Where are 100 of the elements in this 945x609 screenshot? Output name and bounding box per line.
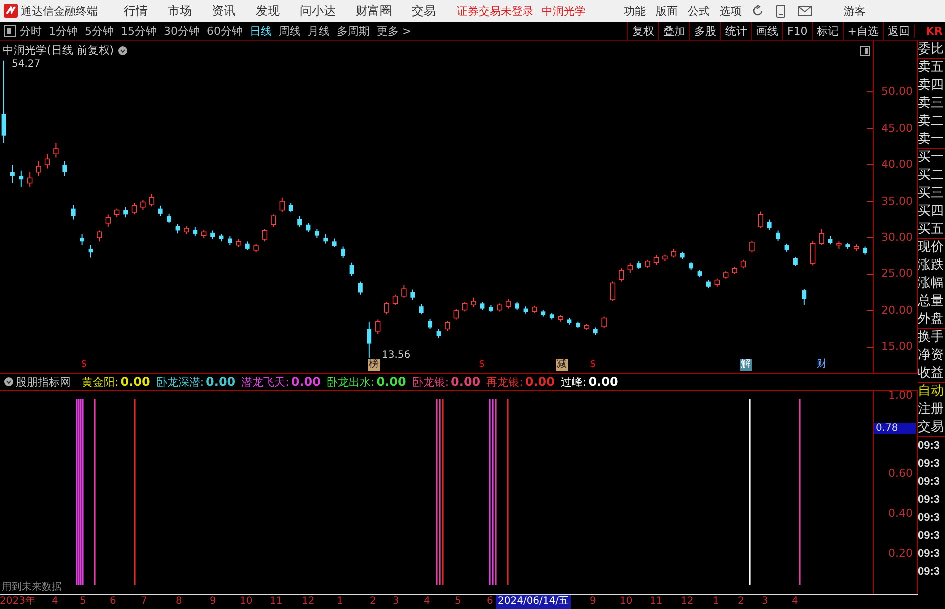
candlestick bbox=[428, 318, 432, 330]
toolbar-button[interactable]: 画线 bbox=[751, 22, 782, 40]
date-tick-label: 11 bbox=[650, 595, 663, 609]
menu-item[interactable]: 发现 bbox=[256, 2, 280, 20]
price-tick-label: 50.00 bbox=[882, 85, 913, 98]
candlestick bbox=[794, 256, 798, 267]
date-tick-label: 11 bbox=[270, 595, 283, 609]
refresh-icon[interactable] bbox=[752, 5, 764, 17]
event-marker[interactable]: 榜 bbox=[368, 359, 380, 371]
indicator-tick-label: 0.40 bbox=[888, 507, 913, 520]
menu-item[interactable]: 市场 bbox=[168, 2, 192, 20]
candlestick bbox=[628, 263, 633, 274]
candlestick bbox=[2, 60, 6, 144]
quote-label: 注册 bbox=[918, 401, 945, 419]
period-tab[interactable]: 多周期 bbox=[337, 24, 370, 38]
period-tab[interactable]: 周线 bbox=[279, 24, 301, 38]
phone-icon[interactable] bbox=[776, 4, 786, 18]
candlestick bbox=[193, 226, 198, 238]
period-tab[interactable]: 15分钟 bbox=[121, 24, 157, 38]
candlestick bbox=[810, 240, 816, 266]
menu-item[interactable]: 版面 bbox=[656, 4, 678, 18]
legend-label: 卧龙深潜: bbox=[156, 374, 204, 390]
event-marker[interactable]: $ bbox=[80, 359, 88, 371]
menu-item[interactable]: 公式 bbox=[688, 4, 710, 18]
period-tab[interactable]: 分时 bbox=[20, 24, 42, 38]
menu-item[interactable]: 功能 bbox=[624, 4, 646, 18]
menu-item[interactable]: 交易 bbox=[412, 2, 436, 20]
candlestick bbox=[19, 170, 24, 188]
user-name[interactable]: 游客 bbox=[844, 4, 866, 18]
toolbar-button[interactable]: 多股 bbox=[689, 22, 720, 40]
date-tick-label: 9 bbox=[590, 595, 596, 609]
toolbar-button[interactable]: 复权 bbox=[627, 22, 658, 40]
period-tab[interactable]: 月线 bbox=[308, 24, 330, 38]
tick-mark bbox=[866, 164, 873, 166]
quote-label: 09:3 bbox=[918, 547, 942, 562]
price-tick-label: 25.00 bbox=[882, 267, 913, 280]
candlestick bbox=[158, 205, 163, 217]
tick-mark bbox=[866, 346, 873, 348]
settings-icon[interactable] bbox=[118, 46, 128, 56]
quote-label: 09:3 bbox=[918, 511, 942, 526]
high-price-label: 54.27 bbox=[12, 59, 41, 70]
menu-item[interactable]: 选项 bbox=[720, 4, 742, 18]
quote-label: 换手 bbox=[918, 329, 945, 347]
candlestick bbox=[610, 281, 616, 302]
quote-label: 09:3 bbox=[918, 439, 942, 454]
candlestick bbox=[106, 214, 111, 228]
event-marker[interactable]: $ bbox=[589, 359, 598, 371]
window-icon[interactable] bbox=[860, 46, 870, 56]
period-tab[interactable]: 5分钟 bbox=[85, 24, 114, 38]
toolbar-button[interactable]: 返回 bbox=[883, 22, 914, 40]
candlestick bbox=[80, 234, 84, 246]
candlestick bbox=[367, 321, 372, 358]
indicator-name: 股朋指标网 bbox=[16, 374, 71, 390]
date-tick-label: 2 bbox=[738, 595, 744, 609]
menu-item[interactable]: 财富圈 bbox=[356, 2, 392, 20]
date-tick-label: 7 bbox=[141, 595, 148, 609]
toolbar-button[interactable]: 统计 bbox=[720, 22, 752, 40]
panel-toggle-icon[interactable] bbox=[4, 25, 16, 37]
candlestick bbox=[384, 302, 390, 316]
candlestick bbox=[54, 142, 59, 158]
cursor-date-label: 2024/06/14/五 bbox=[496, 595, 572, 609]
date-tick-label: 4 bbox=[792, 595, 798, 609]
quote-label: 买三 bbox=[918, 185, 945, 203]
candlestick bbox=[271, 214, 276, 228]
toolbar-button[interactable]: 叠加 bbox=[658, 22, 690, 40]
quote-label: 09:3 bbox=[918, 529, 942, 544]
quote-label: 委比 bbox=[918, 41, 945, 59]
period-tab[interactable]: 更多 > bbox=[377, 24, 412, 38]
toolbar-button[interactable]: F10 bbox=[782, 22, 812, 40]
event-marker[interactable]: 解 bbox=[740, 359, 752, 371]
date-tick-label: 8 bbox=[176, 595, 182, 609]
period-tab[interactable]: 60分钟 bbox=[207, 24, 243, 38]
period-tab[interactable]: 30分钟 bbox=[164, 24, 200, 38]
tick-mark bbox=[866, 92, 873, 93]
menu-item[interactable]: 问小达 bbox=[300, 2, 336, 20]
candlestick bbox=[419, 304, 424, 316]
settings-icon[interactable] bbox=[4, 377, 14, 387]
period-tab[interactable]: 1分钟 bbox=[49, 24, 78, 38]
date-tick-label: 1 bbox=[337, 595, 344, 609]
menu-item[interactable]: 资讯 bbox=[212, 2, 236, 20]
date-tick-label: 4 bbox=[424, 595, 430, 609]
legend-label: 再龙银: bbox=[486, 374, 524, 390]
legend-value: 0.00 bbox=[206, 375, 236, 389]
candlestick bbox=[149, 194, 154, 208]
tick-mark bbox=[866, 310, 873, 312]
quote-label: 外盘 bbox=[918, 311, 945, 329]
event-marker[interactable]: 减 bbox=[556, 359, 568, 371]
quote-label: 卖一 bbox=[918, 131, 945, 149]
candlestick bbox=[262, 228, 268, 242]
quote-label: 09:3 bbox=[918, 493, 942, 508]
event-marker[interactable]: 财 bbox=[816, 359, 828, 371]
event-marker[interactable]: $ bbox=[478, 359, 486, 371]
candlestick bbox=[402, 284, 407, 298]
period-tab[interactable]: 日线 bbox=[250, 24, 272, 38]
toolbar-button[interactable]: 标记 bbox=[812, 22, 843, 40]
candlestick bbox=[462, 302, 468, 312]
quote-label: 09:3 bbox=[918, 475, 942, 490]
toolbar-button[interactable]: +自选 bbox=[842, 22, 883, 40]
mail-icon[interactable] bbox=[798, 6, 812, 16]
menu-item[interactable]: 行情 bbox=[124, 2, 148, 20]
